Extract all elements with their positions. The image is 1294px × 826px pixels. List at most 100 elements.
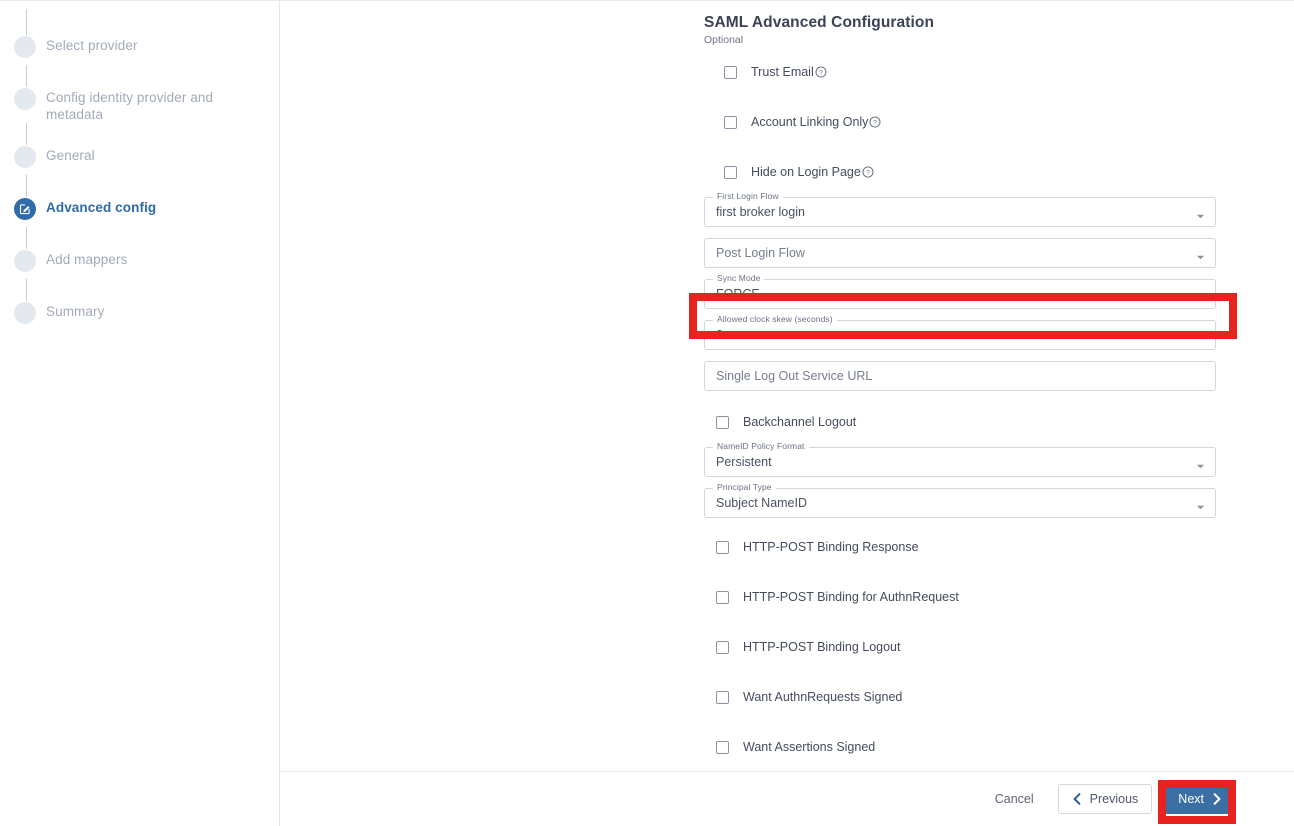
previous-button[interactable]: Previous	[1057, 784, 1153, 814]
main-content: SAML Advanced Configuration Optional Tru…	[280, 1, 1294, 826]
checkbox-label-backchannel-logout: Backchannel Logout	[743, 415, 857, 429]
chevron-down-icon[interactable]	[1196, 290, 1205, 300]
svg-text:?: ?	[819, 70, 823, 77]
wizard-step-label: Select provider	[46, 38, 138, 53]
checkbox-label-want-authnrequests-signed: Want AuthnRequests Signed	[743, 690, 903, 704]
field-wrap-allowed-clock-skew: Allowed clock skew (seconds) 3	[704, 314, 1216, 350]
checkbox-hide-on-login-page[interactable]	[724, 165, 737, 179]
checkbox-http-post-binding-response[interactable]	[716, 540, 729, 554]
question-circle-icon[interactable]: ?	[869, 116, 881, 128]
field-wrap-single-logout-url: Single Log Out Service URL	[704, 361, 1216, 391]
checkbox-label-want-assertions-signed: Want Assertions Signed	[743, 740, 876, 754]
select-value-sync-mode: FORCE	[716, 287, 760, 301]
next-button[interactable]: Next	[1164, 784, 1236, 814]
svg-text:?: ?	[874, 120, 878, 127]
wizard-connector	[0, 227, 279, 249]
edit-pencil-icon	[14, 198, 36, 220]
select-value-principal-type: Subject NameID	[716, 496, 808, 510]
field-label-nameid-policy-format: NameID Policy Format	[713, 441, 809, 451]
wizard-nav: Select provider Config identity provider…	[0, 1, 280, 826]
checkbox-row-hide-on-login-page[interactable]: Hide on Login Page?	[704, 147, 1216, 197]
checkbox-trust-email[interactable]	[724, 65, 737, 79]
form-header: SAML Advanced Configuration Optional	[280, 1, 1294, 47]
field-label-allowed-clock-skew: Allowed clock skew (seconds)	[713, 314, 837, 324]
checkbox-label-account-linking-only: Account Linking Only?	[751, 115, 881, 129]
wizard-step-label: Advanced config	[46, 200, 157, 215]
input-single-logout-url[interactable]: Single Log Out Service URL	[704, 361, 1216, 391]
previous-button-label: Previous	[1089, 792, 1139, 806]
wizard-step-add-mappers[interactable]: Add mappers	[0, 249, 279, 279]
circle-icon	[14, 302, 36, 324]
question-circle-icon[interactable]: ?	[862, 166, 874, 178]
wizard-step-advanced-config[interactable]: Advanced config	[0, 197, 279, 227]
select-value-post-login-flow: Post Login Flow	[716, 246, 805, 260]
checkbox-http-post-binding-authnrequest[interactable]	[716, 590, 729, 604]
input-placeholder-single-logout-url: Single Log Out Service URL	[716, 369, 873, 383]
cancel-button[interactable]: Cancel	[983, 786, 1046, 812]
field-label-principal-type: Principal Type	[713, 482, 776, 492]
wizard-step-label: Summary	[46, 304, 105, 319]
checkbox-row-http-post-binding-logout[interactable]: HTTP-POST Binding Logout	[704, 622, 1216, 672]
form-scroll-area[interactable]: SAML Advanced Configuration Optional Tru…	[280, 1, 1294, 771]
wizard-step-general[interactable]: General	[0, 145, 279, 175]
wizard-step-label: Config identity provider and metadata	[46, 90, 214, 122]
circle-icon	[14, 250, 36, 272]
wizard-connector	[0, 123, 279, 145]
checkbox-want-authnrequests-signed[interactable]	[716, 690, 729, 704]
page-subtitle: Optional	[704, 34, 744, 46]
checkbox-label-http-post-binding-response: HTTP-POST Binding Response	[743, 540, 919, 554]
wizard-step-config-identity-provider[interactable]: Config identity provider and metadata	[0, 87, 279, 123]
page-title: SAML Advanced Configuration	[704, 14, 935, 31]
checkbox-row-backchannel-logout[interactable]: Backchannel Logout	[704, 397, 1216, 447]
wizard-footer: Cancel Previous Next	[280, 771, 1294, 826]
select-post-login-flow[interactable]: Post Login Flow	[704, 238, 1216, 268]
select-first-login-flow[interactable]: first broker login	[704, 197, 1216, 227]
select-principal-type[interactable]: Subject NameID	[704, 488, 1216, 518]
field-wrap-sync-mode: Sync Mode FORCE	[704, 273, 1216, 309]
checkbox-label-http-post-binding-authnrequest: HTTP-POST Binding for AuthnRequest	[743, 590, 959, 604]
question-circle-icon[interactable]: ?	[815, 66, 827, 78]
checkbox-backchannel-logout[interactable]	[716, 415, 729, 429]
field-wrap-nameid-policy-format: NameID Policy Format Persistent	[704, 441, 1216, 477]
wizard-connector	[0, 65, 279, 87]
wizard-step-summary[interactable]: Summary	[0, 301, 279, 331]
wizard-step-select-provider[interactable]: Select provider	[0, 35, 279, 65]
checkbox-row-want-assertions-signed[interactable]: Want Assertions Signed	[704, 722, 1216, 771]
wizard-page: Select provider Config identity provider…	[0, 0, 1294, 826]
select-value-nameid-policy-format: Persistent	[716, 455, 772, 469]
checkbox-account-linking-only[interactable]	[724, 115, 737, 129]
field-label-first-login-flow: First Login Flow	[713, 191, 783, 201]
field-wrap-first-login-flow: First Login Flow first broker login	[704, 191, 1216, 227]
checkbox-row-http-post-binding-response[interactable]: HTTP-POST Binding Response	[704, 522, 1216, 572]
checkbox-http-post-binding-logout[interactable]	[716, 640, 729, 654]
chevron-down-icon[interactable]	[1196, 499, 1205, 509]
checkbox-want-assertions-signed[interactable]	[716, 740, 729, 754]
wizard-connector	[0, 175, 279, 197]
checkbox-row-want-authnrequests-signed[interactable]: Want AuthnRequests Signed	[704, 672, 1216, 722]
next-button-label: Next	[1178, 792, 1204, 806]
checkbox-row-account-linking-only[interactable]: Account Linking Only?	[704, 97, 1216, 147]
wizard-step-label: Add mappers	[46, 252, 128, 267]
field-wrap-principal-type: Principal Type Subject NameID	[704, 482, 1216, 518]
input-allowed-clock-skew[interactable]: 3	[704, 320, 1216, 350]
checkbox-label-trust-email: Trust Email?	[751, 65, 827, 79]
select-nameid-policy-format[interactable]: Persistent	[704, 447, 1216, 477]
wizard-connector	[0, 9, 279, 35]
checkbox-label-http-post-binding-logout: HTTP-POST Binding Logout	[743, 640, 901, 654]
wizard-connector	[0, 279, 279, 301]
checkbox-row-http-post-binding-authnrequest[interactable]: HTTP-POST Binding for AuthnRequest	[704, 572, 1216, 622]
chevron-down-icon[interactable]	[1196, 249, 1205, 259]
select-sync-mode[interactable]: FORCE	[704, 279, 1216, 309]
chevron-right-icon	[1212, 793, 1222, 805]
chevron-down-icon[interactable]	[1196, 458, 1205, 468]
wizard-step-list: Select provider Config identity provider…	[0, 9, 279, 331]
input-value-allowed-clock-skew: 3	[716, 328, 723, 342]
svg-text:?: ?	[866, 170, 870, 177]
field-label-sync-mode: Sync Mode	[713, 273, 765, 283]
chevron-down-icon[interactable]	[1196, 208, 1205, 218]
form-body: Trust Email? Account Linking Only? Hide …	[280, 47, 1216, 771]
checkbox-row-trust-email[interactable]: Trust Email?	[704, 47, 1216, 97]
select-value-first-login-flow: first broker login	[716, 205, 805, 219]
wizard-step-label: General	[46, 148, 95, 163]
circle-icon	[14, 88, 36, 110]
